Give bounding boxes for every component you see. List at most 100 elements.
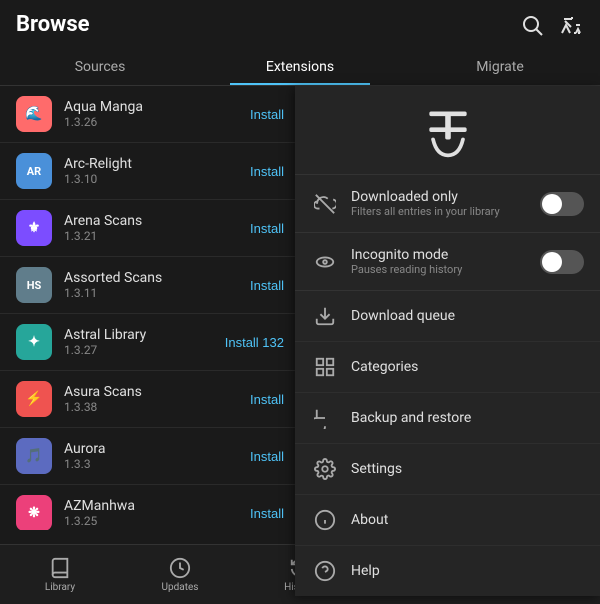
menu-item-backup[interactable]: Backup and restore	[295, 393, 600, 444]
ext-version: 1.3.26	[64, 115, 250, 129]
about-label: About	[351, 512, 388, 528]
ext-name: Aqua Manga	[64, 99, 250, 115]
ext-info-azmanhwa: AZManhwa 1.3.25	[64, 498, 250, 528]
ext-icon-astral: ✦	[16, 324, 52, 360]
list-item: ❋ AZManhwa 1.3.25 Install	[0, 485, 300, 530]
ext-version: 1.3.25	[64, 514, 250, 528]
toggle-knob	[542, 252, 562, 272]
ext-name: Assorted Scans	[64, 270, 250, 286]
ext-info-assorted: Assorted Scans 1.3.11	[64, 270, 250, 300]
ext-version: 1.3.11	[64, 286, 250, 300]
nav-item-updates[interactable]: Updates	[120, 545, 240, 604]
ext-name: Astral Library	[64, 327, 225, 343]
ext-version: 1.3.27	[64, 343, 225, 357]
downloaded-only-text: Downloaded only Filters all entries in y…	[351, 189, 540, 218]
incognito-label: Incognito mode	[351, 247, 540, 263]
ext-info-arena: Arena Scans 1.3.21	[64, 213, 250, 243]
header: Browse	[0, 0, 600, 49]
menu-item-about[interactable]: About	[295, 495, 600, 546]
ext-info-asura: Asura Scans 1.3.38	[64, 384, 250, 414]
nav-item-library[interactable]: Library	[0, 545, 120, 604]
list-item: 🌊 Aqua Manga 1.3.26 Install	[0, 86, 300, 143]
tab-sources[interactable]: Sources	[0, 49, 200, 85]
settings-label: Settings	[351, 461, 402, 477]
incognito-text: Incognito mode Pauses reading history	[351, 247, 540, 276]
ext-icon-arena: ⚜	[16, 210, 52, 246]
updates-label: Updates	[162, 582, 199, 593]
install-button-assorted[interactable]: Install	[250, 278, 284, 293]
list-item: AR Arc-Relight 1.3.10 Install	[0, 143, 300, 200]
list-item: ⚜ Arena Scans 1.3.21 Install	[0, 200, 300, 257]
main-content: 🌊 Aqua Manga 1.3.26 Install AR Arc-Relig…	[0, 86, 600, 530]
ext-info-astral: Astral Library 1.3.27	[64, 327, 225, 357]
ext-version: 1.3.38	[64, 400, 250, 414]
incognito-icon	[311, 251, 339, 273]
toggle-knob	[542, 194, 562, 214]
page-title: Browse	[16, 12, 90, 37]
ext-name: Arena Scans	[64, 213, 250, 229]
download-queue-label: Download queue	[351, 308, 455, 324]
ext-name: AZManhwa	[64, 498, 250, 514]
ext-info-aurora: Aurora 1.3.3	[64, 441, 250, 471]
incognito-sublabel: Pauses reading history	[351, 263, 540, 276]
library-label: Library	[45, 582, 75, 593]
header-actions	[520, 13, 584, 37]
incognito-toggle[interactable]	[540, 250, 584, 274]
downloaded-only-toggle[interactable]	[540, 192, 584, 216]
tabs: Sources Extensions Migrate	[0, 49, 600, 86]
categories-label: Categories	[351, 359, 418, 375]
install-button-asura[interactable]: Install	[250, 392, 284, 407]
library-icon	[48, 556, 72, 580]
category-icon	[311, 356, 339, 378]
ext-icon-asura: ⚡	[16, 381, 52, 417]
downloaded-only-item[interactable]: Downloaded only Filters all entries in y…	[295, 175, 600, 233]
install-button-aurora[interactable]: Install	[250, 449, 284, 464]
dropdown-panel: Downloaded only Filters all entries in y…	[295, 86, 600, 596]
list-item: 🎵 Aurora 1.3.3 Install	[0, 428, 300, 485]
backup-icon	[311, 407, 339, 429]
incognito-item[interactable]: Incognito mode Pauses reading history	[295, 233, 600, 291]
app-icon	[418, 102, 478, 162]
ext-info-aqua: Aqua Manga 1.3.26	[64, 99, 250, 129]
ext-icon-arc: AR	[16, 153, 52, 189]
ext-name: Asura Scans	[64, 384, 250, 400]
tab-migrate[interactable]: Migrate	[400, 49, 600, 85]
menu-item-download-queue[interactable]: Download queue	[295, 291, 600, 342]
list-item: HS Assorted Scans 1.3.11 Install	[0, 257, 300, 314]
ext-version: 1.3.21	[64, 229, 250, 243]
install-button-aqua[interactable]: Install	[250, 107, 284, 122]
ext-name: Arc-Relight	[64, 156, 250, 172]
translate-icon[interactable]	[560, 13, 584, 37]
ext-icon-azmanhwa: ❋	[16, 495, 52, 530]
ext-version: 1.3.10	[64, 172, 250, 186]
ext-icon-assorted: HS	[16, 267, 52, 303]
backup-label: Backup and restore	[351, 410, 471, 426]
info-icon	[311, 509, 339, 531]
help-icon	[311, 560, 339, 582]
install-button-arc[interactable]: Install	[250, 164, 284, 179]
updates-icon	[168, 556, 192, 580]
download-icon	[311, 305, 339, 327]
install-button-astral[interactable]: Install 132	[225, 335, 284, 350]
ext-icon-aurora: 🎵	[16, 438, 52, 474]
downloaded-only-label: Downloaded only	[351, 189, 540, 205]
list-item: ✦ Astral Library 1.3.27 Install 132	[0, 314, 300, 371]
app-icon-area	[295, 86, 600, 175]
ext-name: Aurora	[64, 441, 250, 457]
install-button-azmanhwa[interactable]: Install	[250, 506, 284, 521]
cloud-off-icon	[311, 193, 339, 215]
downloaded-only-sublabel: Filters all entries in your library	[351, 205, 540, 218]
settings-icon	[311, 458, 339, 480]
menu-item-help[interactable]: Help	[295, 546, 600, 596]
menu-item-categories[interactable]: Categories	[295, 342, 600, 393]
ext-icon-aqua: 🌊	[16, 96, 52, 132]
menu-item-settings[interactable]: Settings	[295, 444, 600, 495]
tab-extensions[interactable]: Extensions	[200, 49, 400, 85]
ext-info-arc: Arc-Relight 1.3.10	[64, 156, 250, 186]
search-icon[interactable]	[520, 13, 544, 37]
help-label: Help	[351, 563, 380, 579]
install-button-arena[interactable]: Install	[250, 221, 284, 236]
extensions-list: 🌊 Aqua Manga 1.3.26 Install AR Arc-Relig…	[0, 86, 300, 530]
list-item: ⚡ Asura Scans 1.3.38 Install	[0, 371, 300, 428]
ext-version: 1.3.3	[64, 457, 250, 471]
